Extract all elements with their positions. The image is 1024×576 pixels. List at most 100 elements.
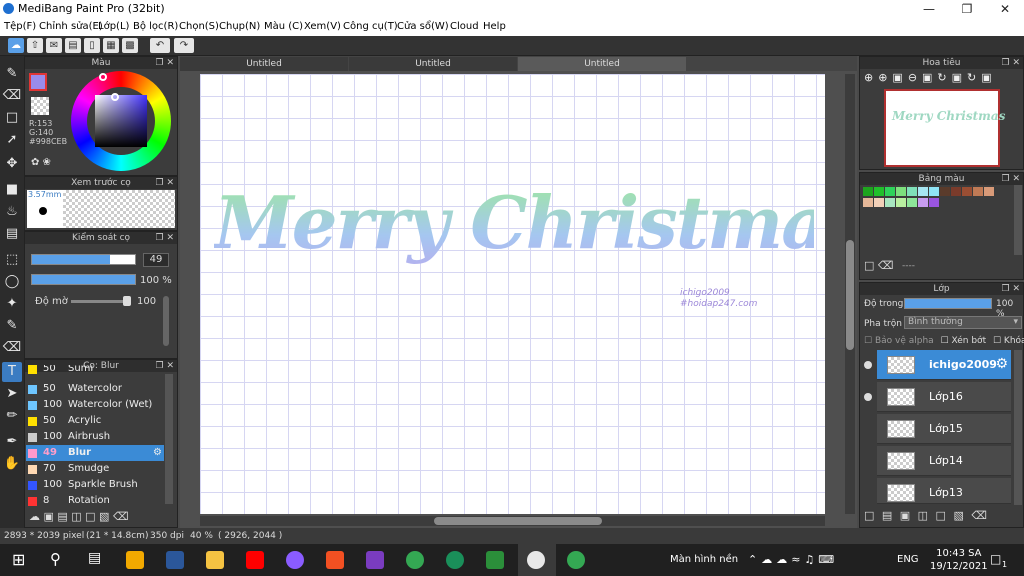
eyedropper-tool-icon[interactable]: ✏ xyxy=(2,406,22,426)
lasso-tool-icon[interactable]: ◯ xyxy=(2,272,22,292)
upload-icon[interactable]: ⇧ xyxy=(27,38,43,53)
menu-file[interactable]: Tệp(F) xyxy=(4,21,36,32)
brush-tool-icon[interactable]: ✎ xyxy=(2,64,22,84)
panel-close-icon[interactable]: ❐ ✕ xyxy=(1002,173,1020,185)
palette-swatch[interactable] xyxy=(918,198,928,207)
operation-tool-icon[interactable]: ➤ xyxy=(2,384,22,404)
tab-untitled-1[interactable]: Untitled xyxy=(180,57,348,71)
chat-icon[interactable]: ▤ xyxy=(65,38,81,53)
magic-wand-tool-icon[interactable]: ✦ xyxy=(2,294,22,314)
pen-tool-icon[interactable]: ✒ xyxy=(2,432,22,452)
bucket-tool-icon[interactable]: ♨ xyxy=(2,202,22,222)
secondary-color-swatch[interactable] xyxy=(31,97,49,115)
menu-window[interactable]: Cửa sổ(W) xyxy=(397,21,449,32)
vertical-scroll-thumb[interactable] xyxy=(846,240,854,350)
layer-row[interactable]: Lớp15 xyxy=(877,414,1011,444)
chrome-icon[interactable] xyxy=(406,551,424,569)
menu-select[interactable]: Chọn(S) xyxy=(179,21,219,32)
eraser-tool-icon[interactable]: ⌫ xyxy=(2,86,22,106)
fill-rect-tool-icon[interactable]: ■ xyxy=(2,180,22,200)
hue-marker[interactable] xyxy=(99,73,107,81)
file-explorer-icon[interactable] xyxy=(206,551,224,569)
palette-swatch[interactable] xyxy=(874,198,884,207)
notification-icon[interactable]: □ xyxy=(990,552,1001,566)
horizontal-scroll-thumb[interactable] xyxy=(434,517,602,525)
blend-mode-select[interactable]: Bình thường ▾ xyxy=(904,316,1022,329)
palette-swatch[interactable] xyxy=(907,187,917,196)
palette-swatch[interactable] xyxy=(885,187,895,196)
move-tool-icon[interactable]: ✥ xyxy=(2,154,22,174)
select-eraser-tool-icon[interactable]: ⌫ xyxy=(2,338,22,358)
brush-control-scrollbar[interactable] xyxy=(163,296,169,346)
color-marker[interactable] xyxy=(111,93,119,101)
layer-visibility-icon[interactable] xyxy=(864,361,872,369)
layer-row[interactable]: Lớp13 xyxy=(877,478,1011,504)
palette-swatch[interactable] xyxy=(863,198,873,207)
panel-close-icon[interactable]: ❐ ✕ xyxy=(156,57,174,69)
panel-close-icon[interactable]: ❐ ✕ xyxy=(156,232,174,244)
palette-swatch[interactable] xyxy=(940,187,950,196)
brush-list-actions-icon[interactable]: ☁ ▣ ▤ ◫ □ ▧ ⌫ xyxy=(29,510,129,523)
layer-opacity-slider[interactable] xyxy=(904,298,992,309)
layer-row[interactable]: Lớp16 xyxy=(877,382,1011,412)
excel-icon[interactable] xyxy=(486,551,504,569)
layer-visibility-icon[interactable] xyxy=(864,393,872,401)
document-icon[interactable]: ▯ xyxy=(84,38,100,53)
gradient-tool-icon[interactable]: ▤ xyxy=(2,224,22,244)
youtube-icon[interactable] xyxy=(246,551,264,569)
density-slider-knob[interactable] xyxy=(123,296,131,306)
palette-swatch[interactable] xyxy=(896,187,906,196)
lock-checkbox[interactable]: ☐ Khóa xyxy=(993,336,1024,346)
layout-icon[interactable]: ▩ xyxy=(122,38,138,53)
layers-scrollbar[interactable] xyxy=(1014,350,1022,505)
palette-swatch[interactable] xyxy=(984,187,994,196)
palette-swatch[interactable] xyxy=(907,198,917,207)
menu-snap[interactable]: Chụp(N) xyxy=(219,21,260,32)
media-player-icon[interactable] xyxy=(126,551,144,569)
panel-close-icon[interactable]: ❐ ✕ xyxy=(1002,283,1020,295)
maximize-button[interactable]: ❐ xyxy=(948,0,986,18)
undo-icon[interactable]: ↶ xyxy=(150,38,170,53)
tab-untitled-3[interactable]: Untitled xyxy=(518,57,686,71)
palette-swatch[interactable] xyxy=(918,187,928,196)
palette-swatch[interactable] xyxy=(951,187,961,196)
app-icon[interactable] xyxy=(366,551,384,569)
palette-swatch[interactable] xyxy=(885,198,895,207)
panel-close-icon[interactable]: ❐ ✕ xyxy=(156,177,174,189)
list-item[interactable]: 8Rotation Symmetry xyxy=(26,493,164,507)
menu-help[interactable]: Help xyxy=(483,21,506,32)
select-pen-tool-icon[interactable]: ✎ xyxy=(2,316,22,336)
density-slider[interactable] xyxy=(71,300,127,303)
rectangle-tool-icon[interactable]: □ xyxy=(2,108,22,128)
menu-cloud[interactable]: Cloud xyxy=(450,21,479,32)
windows-start-icon[interactable]: ⊞ xyxy=(12,551,30,569)
list-item[interactable]: 100 Watercolor (Wet) xyxy=(26,397,164,413)
app-green-icon[interactable] xyxy=(446,551,464,569)
brush-settings-icon[interactable]: ⚙ xyxy=(153,445,162,461)
messenger-icon[interactable] xyxy=(286,551,304,569)
layer-settings-icon[interactable]: ⚙ xyxy=(995,356,1008,372)
list-item[interactable]: 50 Sumi xyxy=(26,365,164,375)
palette-swatch[interactable] xyxy=(874,187,884,196)
navigator-zoom-icons[interactable]: ⊕⊕▣⊖▣↻▣↻▣ xyxy=(864,71,997,84)
close-button[interactable]: ✕ xyxy=(986,0,1024,18)
palette-scrollbar[interactable] xyxy=(1014,185,1022,255)
saturation-square[interactable] xyxy=(95,95,147,147)
clock[interactable]: 10:43 SA 19/12/2021 xyxy=(930,547,988,573)
panel-close-icon[interactable]: ❐ ✕ xyxy=(1002,57,1020,69)
brush-size-value[interactable]: 49 xyxy=(143,253,169,267)
line-tool-icon[interactable]: ➚ xyxy=(2,130,22,150)
palette-swatch[interactable] xyxy=(973,187,983,196)
menu-layer[interactable]: Lớp(L) xyxy=(98,21,129,32)
hand-tool-icon[interactable]: ✋ xyxy=(2,454,22,474)
list-item[interactable]: 50 Watercolor xyxy=(26,381,164,397)
palette-add-icon[interactable]: □ ⌫ xyxy=(864,259,893,272)
list-item[interactable]: 100 Sparkle Brush xyxy=(26,477,164,493)
redo-icon[interactable]: ↷ xyxy=(174,38,194,53)
palette-swatch[interactable] xyxy=(962,187,972,196)
layer-row[interactable]: Lớp14 xyxy=(877,446,1011,476)
protect-alpha-checkbox[interactable]: ☐ Bảo vệ alpha xyxy=(864,336,934,346)
medibang-icon[interactable] xyxy=(527,551,545,569)
list-item[interactable]: 49 Blur ⚙ xyxy=(26,445,164,461)
palette-swatch[interactable] xyxy=(929,187,939,196)
